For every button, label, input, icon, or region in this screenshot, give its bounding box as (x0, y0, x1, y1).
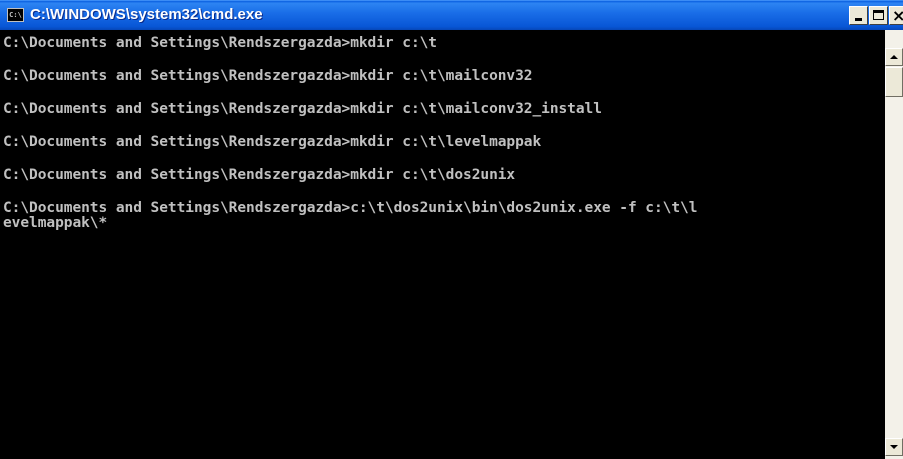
maximize-button[interactable] (869, 6, 888, 25)
console-line: evelmappak\* (3, 215, 108, 231)
close-icon: × (892, 7, 903, 24)
close-button[interactable]: × (889, 6, 903, 25)
console-line: C:\Documents and Settings\Rendszergazda>… (3, 134, 542, 150)
console-icon[interactable]: C:\ (7, 8, 24, 22)
minimize-icon (855, 18, 862, 21)
console-line: C:\Documents and Settings\Rendszergazda>… (3, 68, 533, 84)
scroll-thumb[interactable] (885, 67, 903, 97)
vertical-scrollbar[interactable] (885, 30, 903, 459)
scroll-up-button[interactable] (885, 48, 903, 66)
minimize-button[interactable] (849, 6, 868, 25)
cmd-window: C:\ C:\WINDOWS\system32\cmd.exe × C:\Doc… (0, 0, 903, 459)
console-line: C:\Documents and Settings\Rendszergazda>… (3, 35, 437, 51)
console-output[interactable]: C:\Documents and Settings\Rendszergazda>… (0, 30, 885, 459)
console-line: C:\Documents and Settings\Rendszergazda>… (3, 101, 602, 117)
maximize-icon (873, 10, 884, 20)
window-title: C:\WINDOWS\system32\cmd.exe (30, 6, 263, 23)
arrow-up-icon (890, 55, 898, 59)
console-line: C:\Documents and Settings\Rendszergazda>… (3, 167, 516, 183)
title-bar[interactable]: C:\ C:\WINDOWS\system32\cmd.exe × (0, 0, 903, 30)
console-line: C:\Documents and Settings\Rendszergazda>… (3, 200, 698, 216)
scroll-down-button[interactable] (885, 438, 903, 456)
arrow-down-icon (890, 445, 898, 449)
